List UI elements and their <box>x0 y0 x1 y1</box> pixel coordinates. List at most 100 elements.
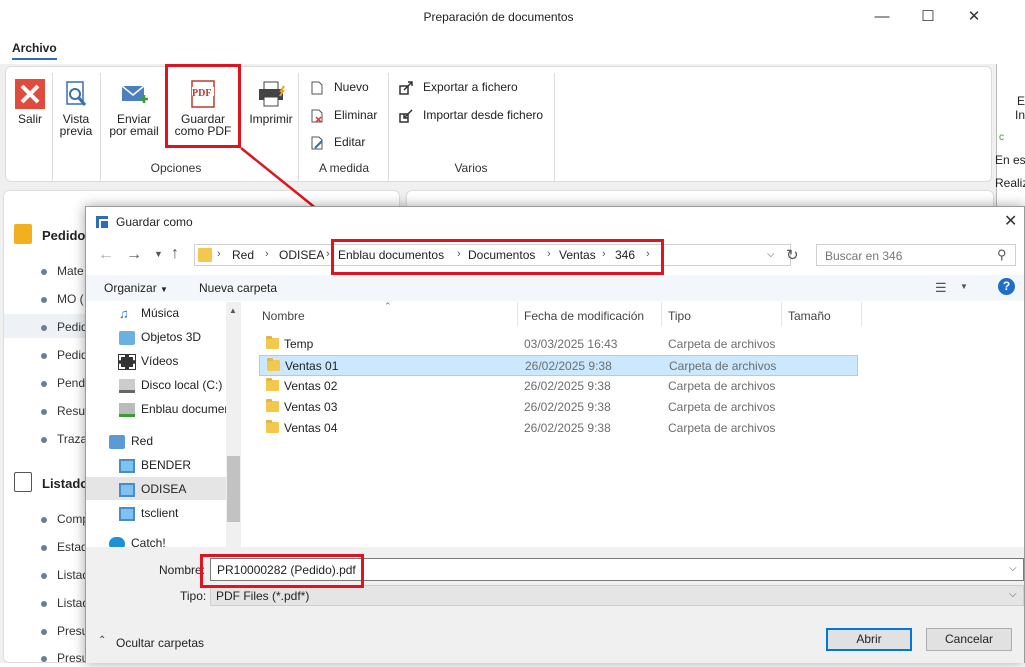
nav-label: Objetos 3D <box>141 330 202 344</box>
nav-label: Disco local (C:) <box>141 378 223 392</box>
table-row[interactable]: Ventas 02 26/02/2025 9:38 Carpeta de archi… <box>259 376 859 397</box>
cube-icon <box>119 330 135 345</box>
table-row[interactable]: Ventas 04 26/02/2025 9:38 Carpeta de archi… <box>259 418 859 439</box>
forward-icon[interactable]: → <box>126 246 142 264</box>
file-name: Ventas 04 <box>284 421 338 435</box>
folder-icon <box>266 399 279 412</box>
file-type: Carpeta de archivos <box>668 379 776 393</box>
nav-item[interactable]: Enblau documer <box>119 398 228 420</box>
nav-label: Catch! <box>131 536 166 547</box>
table-row[interactable]: Ventas 01 26/02/2025 9:38 Carpeta de archi… <box>259 355 858 376</box>
organizar-button[interactable]: Organizar ▼ <box>104 281 168 295</box>
table-row[interactable]: Temp 03/03/2025 16:43 Carpeta de archivos <box>259 334 859 355</box>
col-type[interactable]: Tipo <box>668 309 691 323</box>
network-drive-icon <box>119 402 135 417</box>
ocultar-carpetas-button[interactable]: Ocultar carpetas <box>116 636 204 650</box>
dialog-title: Guardar como <box>116 215 193 229</box>
back-icon[interactable]: ← <box>98 246 114 264</box>
nav-item[interactable]: tsclient <box>119 502 178 524</box>
network-icon <box>109 434 125 449</box>
filename-label: Nombre: <box>159 563 206 577</box>
nav-item[interactable]: Red <box>109 430 153 452</box>
nav-item[interactable]: Disco local (C:) <box>119 374 222 396</box>
col-date[interactable]: Fecha de modificación <box>524 309 644 323</box>
computer-icon <box>119 482 135 497</box>
search-box[interactable]: Buscar en 346 ⚲ <box>816 244 1016 266</box>
refresh-icon[interactable]: ↻ <box>786 246 799 264</box>
video-icon <box>118 353 136 370</box>
save-as-dialog: Guardar como ✕ ← → ▼ ↑ › Red › ODISEA › … <box>85 206 1025 663</box>
file-date: 26/02/2025 9:38 <box>524 400 611 414</box>
recent-dropdown-icon[interactable]: ▼ <box>154 249 163 259</box>
nav-label: tsclient <box>141 506 179 520</box>
abrir-button[interactable]: Abrir <box>826 628 912 651</box>
file-type: Carpeta de archivos <box>668 421 776 435</box>
drive-icon <box>119 378 135 393</box>
nav-item[interactable]: Catch! <box>109 532 166 547</box>
nav-label: ODISEA <box>141 482 187 496</box>
computer-icon <box>119 458 135 473</box>
filetype-select[interactable]: PDF Files (*.pdf*) ⌵ <box>210 585 1024 606</box>
scroll-thumb[interactable] <box>227 456 240 522</box>
file-name: Ventas 03 <box>284 400 338 414</box>
file-type: Carpeta de archivos <box>668 400 776 414</box>
music-icon: ♫ <box>119 305 129 321</box>
filetype-value: PDF Files (*.pdf*) <box>216 589 310 603</box>
computer-icon <box>119 506 135 521</box>
nav-item[interactable]: Vídeos <box>118 350 179 372</box>
col-name[interactable]: Nombre <box>262 309 305 323</box>
nav-label: Red <box>131 434 154 448</box>
filename-dropdown-icon[interactable]: ⌵ <box>1009 563 1017 574</box>
app-icon <box>109 536 125 547</box>
chevron-down-icon: ▼ <box>160 285 168 294</box>
nueva-carpeta-button[interactable]: Nueva carpeta <box>199 281 277 295</box>
file-name: Ventas 01 <box>285 359 339 373</box>
view-options-icon[interactable]: ☰ <box>935 280 947 296</box>
folder-icon <box>266 336 279 349</box>
dialog-app-icon <box>95 215 109 229</box>
address-dropdown-icon[interactable]: ⌵ <box>767 249 775 260</box>
navigation-pane: ♫ Música Objetos 3D Vídeos Disco local (C… <box>86 302 241 547</box>
filetype-dropdown-icon[interactable]: ⌵ <box>1009 589 1017 600</box>
nav-label: Enblau documer <box>141 402 229 416</box>
table-row[interactable]: Ventas 03 26/02/2025 9:38 Carpeta de archi… <box>259 397 859 418</box>
folder-icon <box>266 378 279 391</box>
nav-scrollbar[interactable]: ▲ <box>226 302 241 547</box>
nav-item[interactable]: ODISEA <box>119 478 186 500</box>
nav-item[interactable]: ♫ Música <box>119 302 179 324</box>
highlight-path <box>331 239 664 275</box>
file-type: Carpeta de archivos <box>669 359 777 373</box>
col-size[interactable]: Tamaño <box>788 309 831 323</box>
chevron-right-icon: › <box>217 248 221 260</box>
help-icon[interactable]: ? <box>998 278 1015 295</box>
file-type: Carpeta de archivos <box>668 337 776 351</box>
folder-icon <box>198 248 212 262</box>
folder-icon <box>267 358 280 371</box>
file-date: 26/02/2025 9:38 <box>525 359 612 373</box>
dialog-toolbar: Organizar ▼ Nueva carpeta ☰ ▼ ? <box>86 275 1024 301</box>
file-name: Ventas 02 <box>284 379 338 393</box>
search-icon[interactable]: ⚲ <box>997 247 1007 263</box>
up-icon[interactable]: ↑ <box>171 245 179 263</box>
cancelar-button[interactable]: Cancelar <box>926 628 1012 651</box>
nav-label: Vídeos <box>141 354 179 368</box>
highlight-filename <box>200 554 364 588</box>
crumb-odisea[interactable]: ODISEA <box>279 248 324 262</box>
view-dropdown-icon[interactable]: ▼ <box>960 282 968 291</box>
scroll-up-icon[interactable]: ▲ <box>229 306 237 315</box>
organizar-label: Organizar <box>104 281 157 295</box>
chevron-up-icon[interactable]: ⌃ <box>98 635 106 646</box>
dialog-close-icon[interactable]: ✕ <box>1004 211 1017 231</box>
file-date: 26/02/2025 9:38 <box>524 421 611 435</box>
type-label: Tipo: <box>180 589 207 603</box>
search-placeholder: Buscar en 346 <box>825 249 903 263</box>
file-name: Temp <box>284 337 314 351</box>
nav-item[interactable]: BENDER <box>119 454 191 476</box>
nav-label: Música <box>141 306 180 320</box>
sort-up-icon: ⌃ <box>384 301 392 311</box>
file-date: 03/03/2025 16:43 <box>524 337 618 351</box>
crumb-red[interactable]: Red <box>232 248 254 262</box>
folder-icon <box>266 420 279 433</box>
chevron-right-icon: › <box>265 248 269 260</box>
nav-item[interactable]: Objetos 3D <box>119 326 201 348</box>
